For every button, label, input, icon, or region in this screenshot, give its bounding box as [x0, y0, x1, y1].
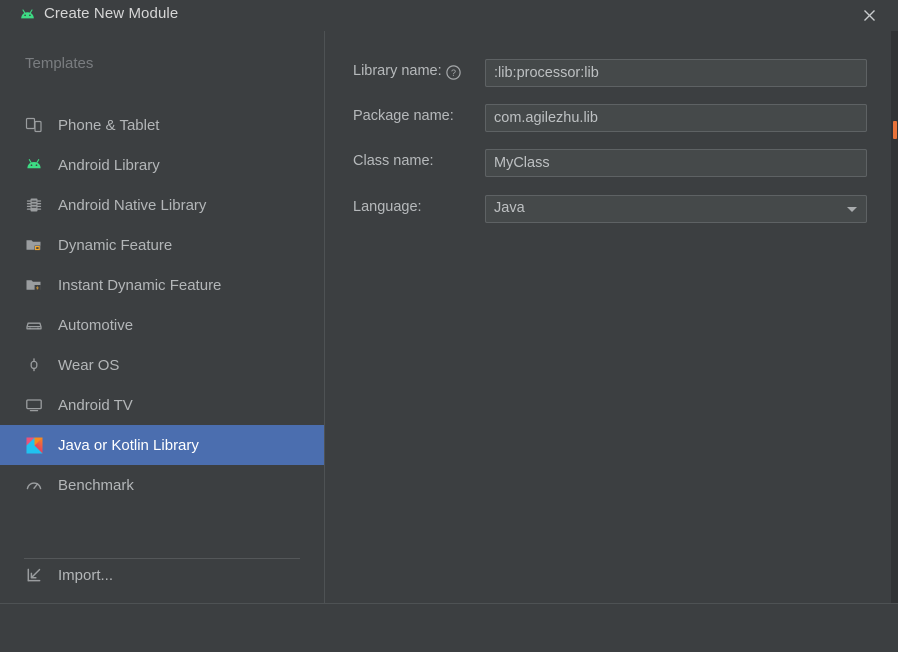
android-robot-icon: [24, 155, 44, 175]
sidebar-item-label: Android TV: [58, 396, 133, 414]
dynamic-feature-folder-icon: [24, 235, 44, 255]
sidebar-item-label: Android Native Library: [58, 196, 207, 214]
sidebar-item-label: Benchmark: [58, 476, 134, 494]
library-name-label: Library name:: [353, 63, 442, 79]
template-list: Phone & Tablet Android Library Android N…: [0, 105, 324, 505]
sidebar-item-wear-os[interactable]: Wear OS: [0, 345, 324, 385]
templates-heading: Templates: [25, 55, 94, 72]
package-name-input[interactable]: [485, 104, 867, 132]
sidebar-item-label: Android Library: [58, 156, 160, 174]
dialog-footer: Previous Next Cancel Finish CSDN @guangd…: [0, 604, 898, 652]
kotlin-logo-icon: [24, 435, 44, 455]
sidebar-item-android-tv[interactable]: Android TV: [0, 385, 324, 425]
android-robot-icon: [19, 7, 36, 24]
sidebar-item-android-library[interactable]: Android Library: [0, 145, 324, 185]
native-library-chip-icon: [24, 195, 44, 215]
module-form: Library name: ? Package name: Class name…: [326, 31, 898, 603]
car-icon: [24, 315, 44, 335]
chevron-down-icon: [847, 207, 857, 212]
class-name-label: Class name:: [353, 153, 434, 169]
sidebar-item-android-native-library[interactable]: Android Native Library: [0, 185, 324, 225]
benchmark-gauge-icon: [24, 475, 44, 495]
sidebar-item-label: Java or Kotlin Library: [58, 436, 199, 454]
language-selected-value: Java: [494, 200, 525, 216]
phone-tablet-icon: [24, 115, 44, 135]
import-label: Import...: [58, 566, 114, 584]
svg-text:?: ?: [451, 68, 456, 78]
class-name-input[interactable]: [485, 149, 867, 177]
sidebar-item-label: Dynamic Feature: [58, 236, 173, 254]
language-select[interactable]: Java: [485, 195, 867, 223]
sidebar-item-benchmark[interactable]: Benchmark: [0, 465, 324, 505]
edge-accent-marker: [893, 121, 897, 139]
right-edge-strip: [891, 31, 898, 603]
tv-icon: [24, 395, 44, 415]
dialog-title: Create New Module: [44, 5, 179, 22]
sidebar-item-label: Phone & Tablet: [58, 116, 160, 134]
close-icon[interactable]: [859, 5, 880, 26]
sidebar-item-automotive[interactable]: Automotive: [0, 305, 324, 345]
library-name-input[interactable]: [485, 59, 867, 87]
sidebar-item-label: Instant Dynamic Feature: [58, 276, 222, 294]
sidebar-item-dynamic-feature[interactable]: Dynamic Feature: [0, 225, 324, 265]
sidebar-item-label: Wear OS: [58, 356, 120, 374]
templates-sidebar: Templates Phone & Tablet Android Library…: [0, 31, 325, 603]
import-arrow-icon: [24, 565, 44, 585]
sidebar-item-label: Automotive: [58, 316, 134, 334]
sidebar-item-instant-dynamic-feature[interactable]: Instant Dynamic Feature: [0, 265, 324, 305]
title-bar: Create New Module: [0, 0, 898, 31]
create-new-module-dialog: Create New Module Templates Phone & Tabl…: [0, 0, 898, 652]
package-name-label: Package name:: [353, 108, 454, 124]
watch-icon: [24, 355, 44, 375]
help-circle-icon[interactable]: ?: [445, 64, 462, 81]
language-label: Language:: [353, 199, 422, 215]
instant-feature-folder-icon: [24, 275, 44, 295]
sidebar-item-import[interactable]: Import...: [0, 555, 324, 595]
sidebar-item-java-or-kotlin-library[interactable]: Java or Kotlin Library: [0, 425, 324, 465]
sidebar-item-phone-tablet[interactable]: Phone & Tablet: [0, 105, 324, 145]
